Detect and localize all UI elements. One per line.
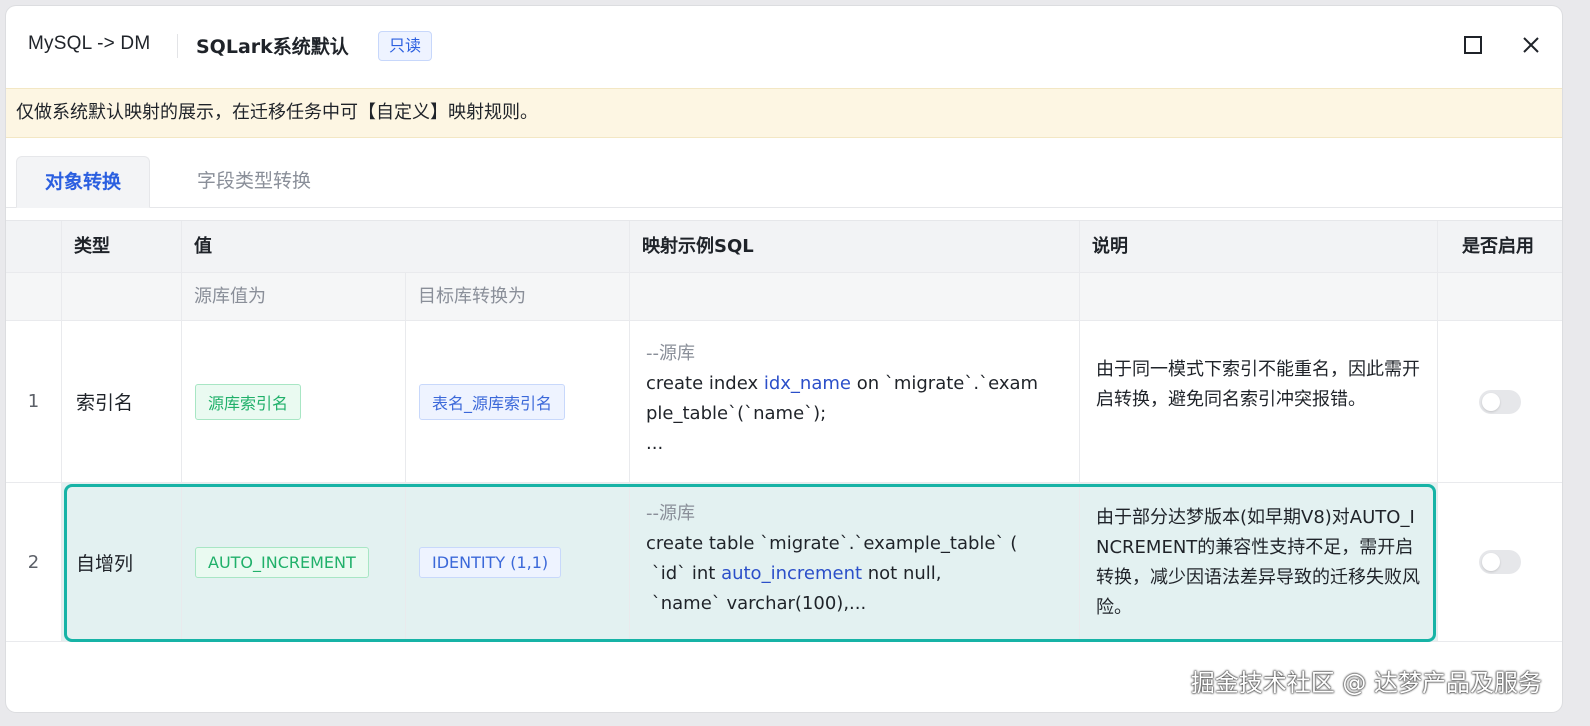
source-value-tag: AUTO_INCREMENT [195, 546, 369, 578]
source-value-cell: 源库索引名 [182, 321, 406, 482]
subheader-empty [6, 273, 62, 320]
header-value: 值 [182, 221, 630, 272]
subheader-empty [1080, 273, 1438, 320]
sql-line: create table `migrate`.`example_table` ( [646, 533, 1018, 554]
header-sql: 映射示例SQL [630, 221, 1080, 272]
dialog-header: MySQL -> DM SQLark系统默认 只读 [6, 6, 1562, 88]
source-value-tag: 源库索引名 [195, 383, 302, 420]
tab-object-conversion[interactable]: 对象转换 [16, 156, 150, 208]
subheader-empty [630, 273, 1080, 320]
sql-text: `id` int [646, 563, 722, 584]
enable-toggle[interactable] [1479, 389, 1521, 414]
header-type: 类型 [62, 221, 182, 272]
notice-bar: 仅做系统默认映射的展示，在迁移任务中可【自定义】映射规则。 [6, 88, 1562, 138]
enabled-cell [1438, 321, 1562, 482]
sql-text: not null, [862, 563, 942, 584]
sql-example: --源库 create table `migrate`.`example_tab… [630, 483, 1080, 641]
sql-comment: --源库 [646, 503, 695, 524]
sql-comment: --源库 [646, 343, 695, 364]
watermark: 掘金技术社区 @ 达梦产品及服务 [1190, 669, 1542, 697]
close-button[interactable] [1516, 30, 1546, 60]
table-row: 2 自增列 AUTO_INCREMENT IDENTITY (1,1) --源库… [6, 482, 1562, 642]
sql-text: create index [646, 373, 764, 394]
target-value-cell: 表名_源库索引名 [406, 321, 630, 482]
source-value-cell: AUTO_INCREMENT [182, 483, 406, 641]
maximize-icon [1464, 36, 1482, 54]
row-description: 由于同一模式下索引不能重名，因此需开启转换，避免同名索引冲突报错。 [1080, 321, 1438, 482]
sql-line: `id` int auto_increment not null, [646, 559, 1063, 589]
enabled-cell [1438, 483, 1562, 641]
subheader-empty [1438, 273, 1562, 320]
table-subheader-row: 源库值为 目标库转换为 [6, 272, 1562, 320]
mapping-dialog: MySQL -> DM SQLark系统默认 只读 仅做系统默认映射的展示，在迁… [6, 6, 1562, 712]
tab-bar: 对象转换 字段类型转换 [6, 156, 1562, 208]
sql-keyword: auto_increment [721, 563, 863, 584]
close-icon [1523, 37, 1539, 53]
sql-line: create index idx_name on `migrate`.`exam [646, 369, 1063, 399]
sql-line: ... [646, 433, 664, 454]
sql-line: ple_table`(`name`); [646, 403, 827, 424]
toggle-knob [1482, 392, 1500, 411]
connection-label: MySQL -> DM [28, 33, 151, 54]
sql-example: --源库 create index idx_name on `migrate`.… [630, 321, 1080, 482]
row-index: 1 [6, 321, 62, 482]
subheader-source: 源库值为 [182, 273, 406, 320]
enable-toggle[interactable] [1479, 550, 1521, 574]
maximize-button[interactable] [1458, 30, 1488, 60]
readonly-badge: 只读 [378, 31, 433, 61]
table-row: 1 索引名 源库索引名 表名_源库索引名 --源库 create index i… [6, 320, 1562, 482]
sql-text: on `migrate`.`exam [850, 373, 1039, 394]
target-value-tag: 表名_源库索引名 [419, 383, 566, 420]
dialog-title: SQLark系统默认 [196, 36, 349, 58]
subheader-target: 目标库转换为 [406, 273, 630, 320]
row-index: 2 [6, 483, 62, 641]
toggle-knob [1482, 553, 1500, 571]
header-divider [177, 34, 178, 58]
header-enabled: 是否启用 [1462, 236, 1534, 257]
subheader-empty [62, 273, 182, 320]
table-header-row: 类型 值 映射示例SQL 说明 是否启用 [6, 220, 1562, 272]
header-index [6, 221, 62, 272]
sql-line: `name` varchar(100),... [646, 593, 867, 614]
row-type: 索引名 [62, 321, 182, 482]
row-type: 自增列 [62, 483, 182, 641]
target-value-tag: IDENTITY (1,1) [419, 546, 562, 578]
row-description: 由于部分达梦版本(如早期V8)对AUTO_INCREMENT的兼容性支持不足，需… [1080, 483, 1438, 641]
sql-keyword: idx_name [763, 373, 851, 394]
header-desc: 说明 [1080, 221, 1438, 272]
tab-field-type-conversion[interactable]: 字段类型转换 [174, 156, 334, 208]
target-value-cell: IDENTITY (1,1) [406, 483, 630, 641]
